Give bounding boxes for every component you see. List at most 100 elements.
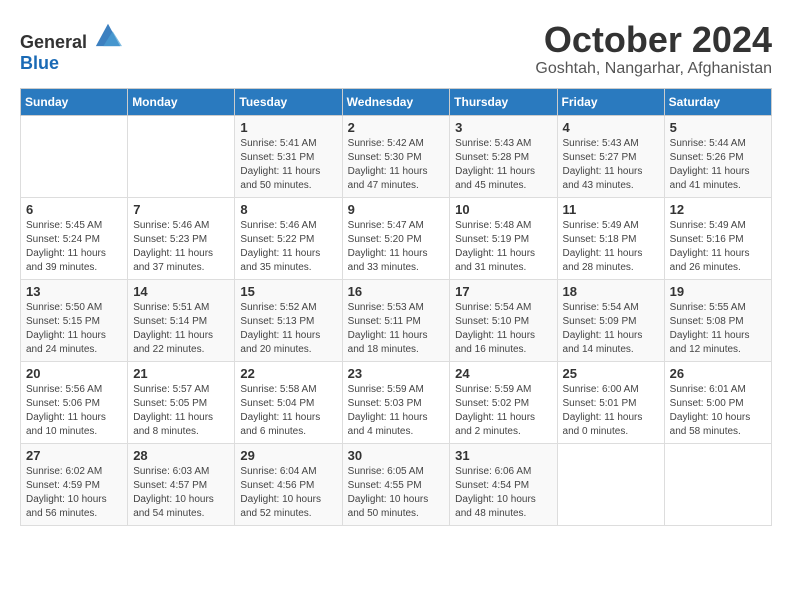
day-cell: 24 Sunrise: 5:59 AM Sunset: 5:02 PM Dayli… — [450, 361, 557, 443]
week-row-5: 27Sunrise: 6:02 AM Sunset: 4:59 PM Dayli… — [21, 443, 772, 525]
day-number: 28 — [133, 448, 229, 463]
day-cell — [557, 443, 664, 525]
day-cell: 22 Sunrise: 5:58 AM Sunset: 5:04 PM Dayli… — [235, 361, 342, 443]
day-cell: 27Sunrise: 6:02 AM Sunset: 4:59 PM Dayli… — [21, 443, 128, 525]
day-detail: Sunrise: 5:59 AM Sunset: 5:03 PM Dayligh… — [348, 383, 445, 439]
day-detail: Sunrise: 6:01 AM Sunset: 5:00 PM Dayligh… — [670, 383, 766, 439]
day-cell: 20 Sunrise: 5:56 AM Sunset: 5:06 PM Dayli… — [21, 361, 128, 443]
day-cell: 6Sunrise: 5:45 AM Sunset: 5:24 PM Daylig… — [21, 197, 128, 279]
day-detail: Sunrise: 6:02 AM Sunset: 4:59 PM Dayligh… — [26, 465, 122, 521]
day-cell: 11 Sunrise: 5:49 AM Sunset: 5:18 PM Dayli… — [557, 197, 664, 279]
day-detail: Sunrise: 6:00 AM Sunset: 5:01 PM Dayligh… — [563, 383, 659, 439]
day-cell: 4 Sunrise: 5:43 AM Sunset: 5:27 PM Daylig… — [557, 115, 664, 197]
logo-blue: Blue — [20, 53, 59, 73]
day-number: 14 — [133, 284, 229, 299]
day-cell: 18 Sunrise: 5:54 AM Sunset: 5:09 PM Dayli… — [557, 279, 664, 361]
day-cell: 2Sunrise: 5:42 AM Sunset: 5:30 PM Daylig… — [342, 115, 450, 197]
day-number: 5 — [670, 120, 766, 135]
day-detail: Sunrise: 5:58 AM Sunset: 5:04 PM Dayligh… — [240, 383, 336, 439]
day-number: 9 — [348, 202, 445, 217]
day-detail: Sunrise: 5:53 AM Sunset: 5:11 PM Dayligh… — [348, 301, 445, 357]
day-number: 13 — [26, 284, 122, 299]
day-detail: Sunrise: 6:05 AM Sunset: 4:55 PM Dayligh… — [348, 465, 445, 521]
day-number: 7 — [133, 202, 229, 217]
day-cell: 5Sunrise: 5:44 AM Sunset: 5:26 PM Daylig… — [664, 115, 771, 197]
header-friday: Friday — [557, 88, 664, 115]
day-cell — [128, 115, 235, 197]
day-cell: 28 Sunrise: 6:03 AM Sunset: 4:57 PM Dayli… — [128, 443, 235, 525]
day-cell: 8 Sunrise: 5:46 AM Sunset: 5:22 PM Daylig… — [235, 197, 342, 279]
day-number: 6 — [26, 202, 122, 217]
calendar-header-row: SundayMondayTuesdayWednesdayThursdayFrid… — [21, 88, 772, 115]
day-cell: 23Sunrise: 5:59 AM Sunset: 5:03 PM Dayli… — [342, 361, 450, 443]
day-cell: 17Sunrise: 5:54 AM Sunset: 5:10 PM Dayli… — [450, 279, 557, 361]
day-number: 21 — [133, 366, 229, 381]
day-number: 25 — [563, 366, 659, 381]
day-cell: 29 Sunrise: 6:04 AM Sunset: 4:56 PM Dayli… — [235, 443, 342, 525]
header-tuesday: Tuesday — [235, 88, 342, 115]
day-cell: 15 Sunrise: 5:52 AM Sunset: 5:13 PM Dayli… — [235, 279, 342, 361]
logo-icon — [94, 20, 122, 48]
header-monday: Monday — [128, 88, 235, 115]
day-cell: 26Sunrise: 6:01 AM Sunset: 5:00 PM Dayli… — [664, 361, 771, 443]
month-title: October 2024 — [535, 20, 772, 60]
header-sunday: Sunday — [21, 88, 128, 115]
day-number: 1 — [240, 120, 336, 135]
day-detail: Sunrise: 5:52 AM Sunset: 5:13 PM Dayligh… — [240, 301, 336, 357]
day-cell: 9 Sunrise: 5:47 AM Sunset: 5:20 PM Daylig… — [342, 197, 450, 279]
day-cell — [21, 115, 128, 197]
day-cell: 13Sunrise: 5:50 AM Sunset: 5:15 PM Dayli… — [21, 279, 128, 361]
location-title: Goshtah, Nangarhar, Afghanistan — [535, 60, 772, 78]
day-number: 15 — [240, 284, 336, 299]
logo-general: General — [20, 32, 87, 52]
day-detail: Sunrise: 5:57 AM Sunset: 5:05 PM Dayligh… — [133, 383, 229, 439]
logo-text: General Blue — [20, 20, 122, 74]
day-cell: 14 Sunrise: 5:51 AM Sunset: 5:14 PM Dayli… — [128, 279, 235, 361]
week-row-1: 1Sunrise: 5:41 AM Sunset: 5:31 PM Daylig… — [21, 115, 772, 197]
day-number: 4 — [563, 120, 659, 135]
day-cell: 10Sunrise: 5:48 AM Sunset: 5:19 PM Dayli… — [450, 197, 557, 279]
day-cell: 12Sunrise: 5:49 AM Sunset: 5:16 PM Dayli… — [664, 197, 771, 279]
day-number: 11 — [563, 202, 659, 217]
calendar-table: SundayMondayTuesdayWednesdayThursdayFrid… — [20, 88, 772, 526]
day-detail: Sunrise: 5:51 AM Sunset: 5:14 PM Dayligh… — [133, 301, 229, 357]
page-header: General Blue October 2024 Goshtah, Nanga… — [20, 20, 772, 78]
day-number: 8 — [240, 202, 336, 217]
day-number: 18 — [563, 284, 659, 299]
header-saturday: Saturday — [664, 88, 771, 115]
day-cell: 3 Sunrise: 5:43 AM Sunset: 5:28 PM Daylig… — [450, 115, 557, 197]
week-row-3: 13Sunrise: 5:50 AM Sunset: 5:15 PM Dayli… — [21, 279, 772, 361]
day-detail: Sunrise: 5:56 AM Sunset: 5:06 PM Dayligh… — [26, 383, 122, 439]
title-area: October 2024 Goshtah, Nangarhar, Afghani… — [535, 20, 772, 78]
day-detail: Sunrise: 5:59 AM Sunset: 5:02 PM Dayligh… — [455, 383, 551, 439]
day-cell: 21 Sunrise: 5:57 AM Sunset: 5:05 PM Dayli… — [128, 361, 235, 443]
day-number: 10 — [455, 202, 551, 217]
day-detail: Sunrise: 5:55 AM Sunset: 5:08 PM Dayligh… — [670, 301, 766, 357]
day-number: 12 — [670, 202, 766, 217]
day-detail: Sunrise: 5:43 AM Sunset: 5:28 PM Dayligh… — [455, 137, 551, 193]
day-detail: Sunrise: 5:54 AM Sunset: 5:10 PM Dayligh… — [455, 301, 551, 357]
day-cell: 31Sunrise: 6:06 AM Sunset: 4:54 PM Dayli… — [450, 443, 557, 525]
day-cell: 7 Sunrise: 5:46 AM Sunset: 5:23 PM Daylig… — [128, 197, 235, 279]
day-number: 29 — [240, 448, 336, 463]
day-detail: Sunrise: 6:04 AM Sunset: 4:56 PM Dayligh… — [240, 465, 336, 521]
day-detail: Sunrise: 5:49 AM Sunset: 5:18 PM Dayligh… — [563, 219, 659, 275]
day-number: 22 — [240, 366, 336, 381]
day-detail: Sunrise: 5:47 AM Sunset: 5:20 PM Dayligh… — [348, 219, 445, 275]
header-wednesday: Wednesday — [342, 88, 450, 115]
day-number: 3 — [455, 120, 551, 135]
day-detail: Sunrise: 5:46 AM Sunset: 5:22 PM Dayligh… — [240, 219, 336, 275]
day-detail: Sunrise: 5:46 AM Sunset: 5:23 PM Dayligh… — [133, 219, 229, 275]
day-number: 24 — [455, 366, 551, 381]
day-detail: Sunrise: 5:42 AM Sunset: 5:30 PM Dayligh… — [348, 137, 445, 193]
day-number: 20 — [26, 366, 122, 381]
logo: General Blue — [20, 20, 122, 74]
week-row-4: 20 Sunrise: 5:56 AM Sunset: 5:06 PM Dayli… — [21, 361, 772, 443]
day-cell: 25 Sunrise: 6:00 AM Sunset: 5:01 PM Dayli… — [557, 361, 664, 443]
day-detail: Sunrise: 6:03 AM Sunset: 4:57 PM Dayligh… — [133, 465, 229, 521]
day-detail: Sunrise: 6:06 AM Sunset: 4:54 PM Dayligh… — [455, 465, 551, 521]
day-detail: Sunrise: 5:43 AM Sunset: 5:27 PM Dayligh… — [563, 137, 659, 193]
day-cell — [664, 443, 771, 525]
day-number: 19 — [670, 284, 766, 299]
day-detail: Sunrise: 5:54 AM Sunset: 5:09 PM Dayligh… — [563, 301, 659, 357]
